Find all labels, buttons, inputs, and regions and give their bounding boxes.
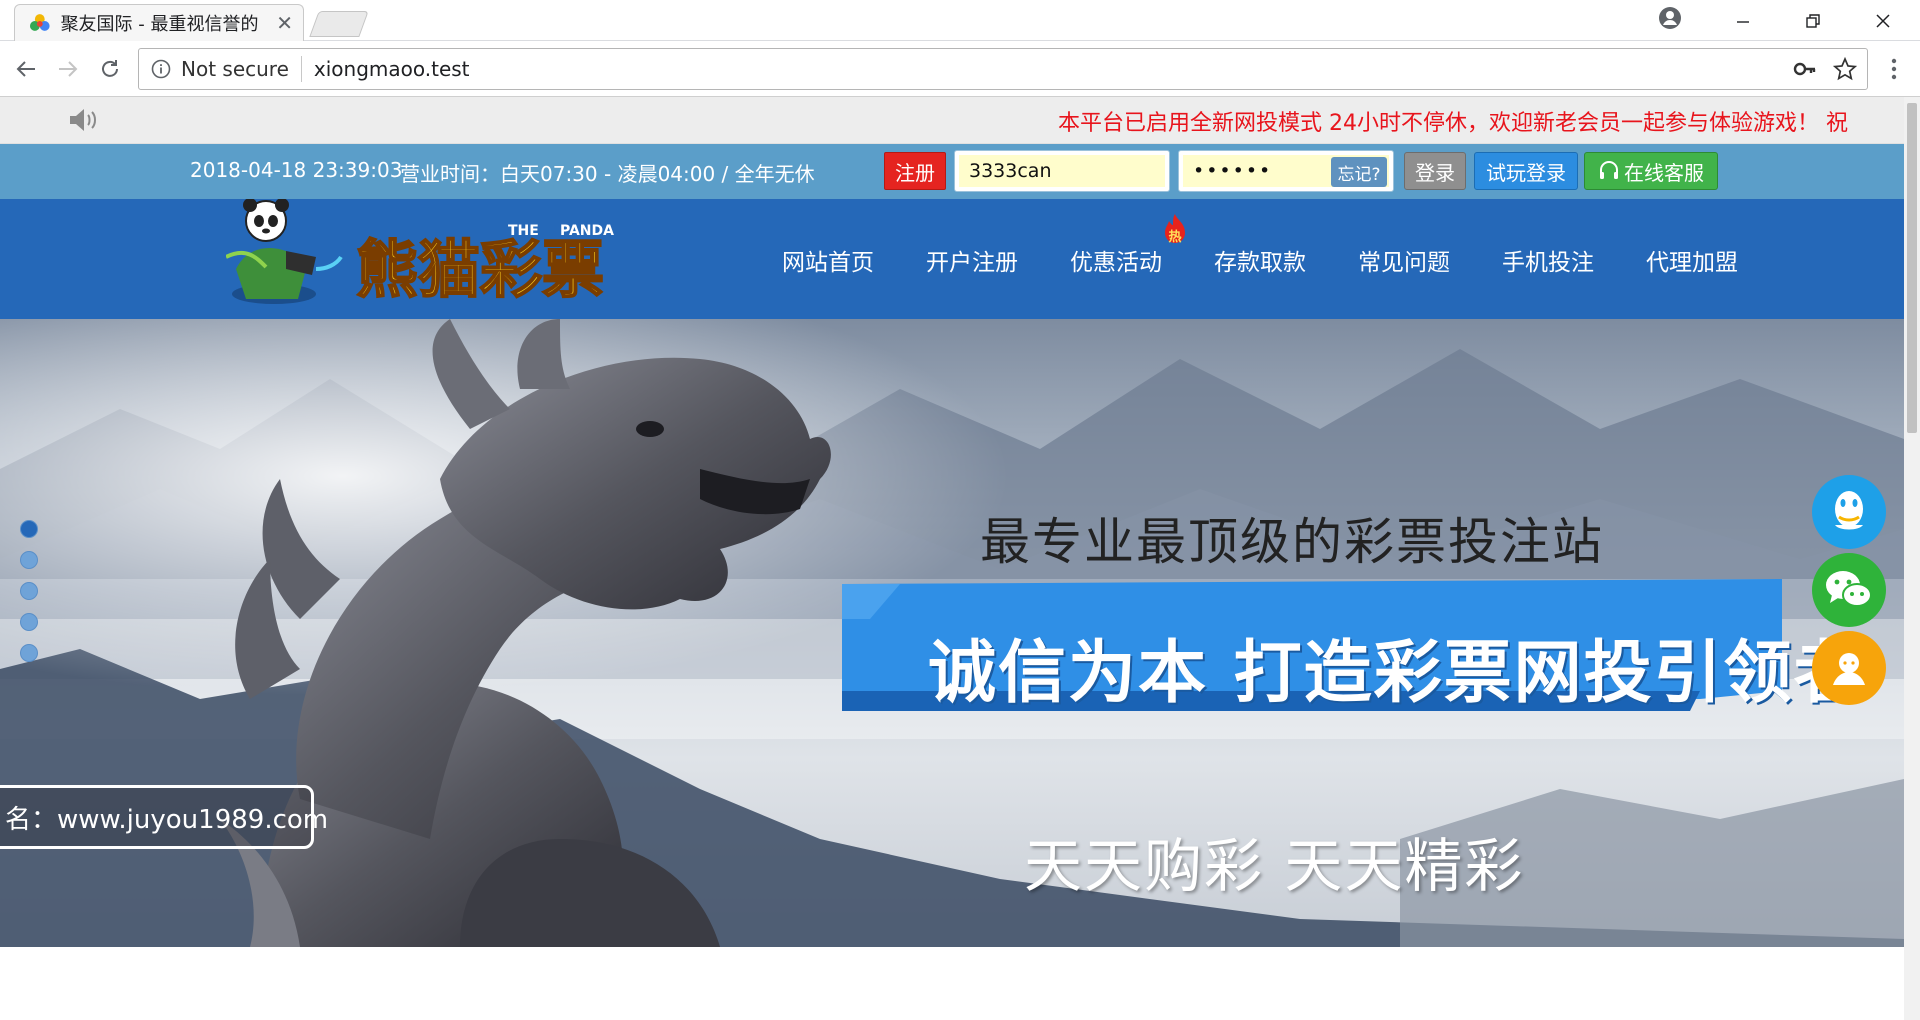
speaker-icon[interactable] — [68, 107, 100, 133]
page-viewport: 本平台已启用全新网投模式 24小时不停休，欢迎新老会员一起参与体验游戏！ 祝 2… — [0, 97, 1904, 1020]
profile-icon[interactable] — [1658, 6, 1682, 30]
address-separator — [300, 56, 302, 82]
minimize-icon — [1737, 20, 1749, 23]
wechat-icon — [1826, 571, 1872, 607]
forgot-password-button[interactable]: 忘记? — [1331, 157, 1387, 187]
reload-icon — [102, 60, 118, 77]
more-vertical-icon — [1891, 58, 1897, 80]
banner-slogan-bottom: 天天购彩 天天精彩 — [1024, 832, 1525, 900]
site-favicon-icon — [29, 14, 50, 31]
reload-button[interactable] — [96, 55, 124, 83]
nav-faq[interactable]: 常见问题 — [1358, 243, 1450, 277]
hot-flame-icon: 热 — [1165, 214, 1185, 245]
address-bar[interactable]: Not secure xiongmaoo.test — [138, 48, 1868, 90]
business-hours: 营业时间：白天07:30 - 凌晨04:00 / 全年无休 — [400, 162, 815, 186]
nav-deposit-withdraw[interactable]: 存款取款 — [1214, 243, 1306, 277]
logo-panda: PANDA — [560, 223, 614, 239]
main-navbar: 熊猫彩票 THE PANDA 网站首页 开户注册 优惠活动 存款取款 常见问题 … — [0, 199, 1904, 319]
hot-badge-text: 热 — [1168, 229, 1181, 245]
register-button[interactable]: 注册 — [884, 152, 946, 190]
close-icon — [1876, 13, 1890, 28]
qq-contact-button[interactable] — [1812, 475, 1886, 549]
browser-tab-strip: 聚友国际 - 最重视信誉的 ✕ — [0, 0, 1920, 41]
security-label: Not secure — [181, 57, 289, 81]
page-scrollbar[interactable] — [1904, 97, 1920, 1020]
headset-icon — [1600, 161, 1618, 179]
server-datetime: 2018-04-18 23:39:03 — [190, 158, 403, 182]
restore-window-button[interactable] — [1780, 0, 1846, 41]
domain-label-box: 名：www.juyou1989.com — [0, 785, 328, 849]
forward-button[interactable] — [54, 55, 82, 83]
notice-bar: 本平台已启用全新网投模式 24小时不停休，欢迎新老会员一起参与体验游戏！ 祝 — [0, 97, 1904, 144]
contact-person-icon — [1833, 653, 1865, 685]
slider-pagination — [20, 520, 40, 675]
login-bar: 2018-04-18 23:39:03 营业时间：白天07:30 - 凌晨04:… — [0, 144, 1904, 199]
slider-dot-3[interactable] — [20, 582, 38, 600]
notice-marquee: 本平台已启用全新网投模式 24小时不停休，欢迎新老会员一起参与体验游戏！ 祝 — [1058, 111, 1848, 136]
tab-title: 聚友国际 - 最重视信誉的 — [60, 14, 259, 35]
login-button[interactable]: 登录 — [1404, 152, 1466, 190]
nav-mobile-betting[interactable]: 手机投注 — [1502, 243, 1594, 277]
panda-mascot-icon — [226, 199, 343, 304]
logo-the: THE — [508, 223, 539, 239]
tab-close-icon[interactable]: ✕ — [276, 13, 293, 33]
address-actions — [1793, 57, 1857, 81]
hero-banner: 最专业最顶级的彩票投注站 诚信为本 打造彩票网投引领者 天天购彩 天天精彩 名：… — [0, 319, 1904, 947]
username-field[interactable]: 3333can — [954, 150, 1170, 192]
arrow-right-icon — [59, 61, 78, 77]
username-value: 3333can — [959, 155, 1165, 187]
slider-dot-2[interactable] — [20, 551, 38, 569]
info-icon[interactable] — [151, 59, 171, 79]
browser-tab[interactable]: 聚友国际 - 最重视信誉的 ✕ — [14, 4, 304, 41]
wechat-contact-button[interactable] — [1812, 553, 1886, 627]
logo-text: 熊猫彩票 — [356, 233, 604, 306]
new-tab-button[interactable] — [309, 11, 369, 37]
bookmark-star-icon[interactable] — [1833, 57, 1857, 81]
browser-menu-button[interactable] — [1882, 55, 1906, 83]
qq-icon — [1835, 491, 1863, 530]
browser-toolbar: Not secure xiongmaoo.test — [0, 41, 1920, 97]
slider-dot-4[interactable] — [20, 613, 38, 631]
contact-person-button[interactable] — [1812, 631, 1886, 705]
nav-promotions[interactable]: 优惠活动 — [1070, 243, 1162, 277]
scrollbar-thumb[interactable] — [1907, 103, 1917, 433]
online-service-button[interactable]: 在线客服 — [1584, 152, 1718, 190]
slider-dot-1[interactable] — [20, 520, 38, 538]
key-icon[interactable] — [1793, 57, 1817, 81]
url-text[interactable]: xiongmaoo.test — [314, 57, 470, 81]
close-window-button[interactable] — [1850, 0, 1916, 41]
domain-text: 名：www.juyou1989.com — [5, 804, 329, 835]
nav-agent[interactable]: 代理加盟 — [1646, 243, 1738, 277]
arrow-left-icon — [16, 61, 35, 77]
nav-home[interactable]: 网站首页 — [782, 243, 874, 277]
restore-icon — [1806, 13, 1820, 28]
password-field[interactable]: •••••• 忘记? — [1178, 150, 1394, 192]
banner-slogan-top: 最专业最顶级的彩票投注站 — [980, 513, 1604, 571]
minimize-window-button[interactable] — [1710, 0, 1776, 41]
online-service-label: 在线客服 — [1624, 160, 1704, 185]
trial-login-button[interactable]: 试玩登录 — [1474, 152, 1578, 190]
nav-register[interactable]: 开户注册 — [926, 243, 1018, 277]
back-button[interactable] — [12, 55, 40, 83]
site-logo[interactable]: 熊猫彩票 THE PANDA — [226, 199, 626, 319]
banner-slogan-main: 诚信为本 打造彩票网投引领者 — [928, 634, 1864, 713]
slider-dot-5[interactable] — [20, 644, 38, 662]
